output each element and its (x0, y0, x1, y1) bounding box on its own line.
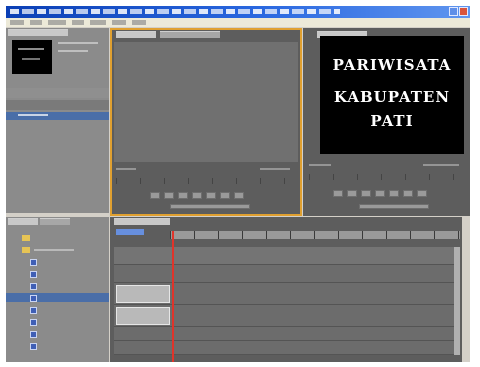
sequence-tab[interactable] (114, 218, 170, 225)
active-panel-highlight (110, 28, 302, 216)
file-icon[interactable] (30, 271, 37, 278)
menu-item[interactable] (132, 20, 146, 25)
file-icon[interactable] (30, 331, 37, 338)
menu-item[interactable] (48, 20, 66, 25)
title-line-3: PATI (370, 112, 414, 130)
menu-item[interactable] (30, 20, 42, 25)
menu-bar (6, 18, 470, 27)
track-header[interactable] (116, 307, 170, 325)
menu-item[interactable] (72, 20, 84, 25)
program-play-button[interactable] (361, 190, 371, 197)
menu-item[interactable] (112, 20, 126, 25)
project-tab[interactable] (8, 29, 68, 36)
timeline-scrollbar[interactable] (454, 247, 460, 355)
audio-track-3[interactable] (114, 341, 460, 355)
project-panel (6, 28, 109, 213)
program-mark-in-button[interactable] (347, 190, 357, 197)
file-icon[interactable] (30, 343, 37, 350)
menu-item[interactable] (90, 20, 106, 25)
menu-item[interactable] (10, 20, 24, 25)
program-viewer[interactable]: PARIWISATA KABUPATEN PATI (320, 36, 464, 154)
list-item[interactable] (6, 100, 109, 110)
bin-item-selected[interactable] (6, 293, 109, 302)
window-title-unreadable (10, 9, 340, 14)
effects-tab[interactable] (40, 218, 70, 225)
program-mark-out-button[interactable] (375, 190, 385, 197)
track-header[interactable] (116, 285, 170, 303)
close-button[interactable] (459, 7, 468, 16)
bin-tab[interactable] (8, 218, 38, 225)
timeline-panel (110, 217, 462, 362)
app-window: PARIWISATA KABUPATEN PATI (6, 6, 470, 362)
window-titlebar[interactable] (6, 6, 470, 18)
minimize-button[interactable] (449, 7, 458, 16)
title-line-1: PARIWISATA (332, 56, 452, 74)
title-line-2: KABUPATEN (333, 88, 451, 106)
audio-track-2[interactable] (114, 327, 460, 341)
video-track-2[interactable] (114, 265, 460, 283)
file-icon[interactable] (30, 295, 37, 302)
file-icon[interactable] (30, 319, 37, 326)
program-step-forward-button[interactable] (389, 190, 399, 197)
program-time-ruler[interactable] (309, 174, 465, 180)
folder-icon[interactable] (22, 235, 30, 241)
timeline-ruler[interactable] (170, 231, 460, 239)
video-track-3[interactable] (114, 247, 460, 265)
program-jog-shuttle[interactable] (359, 204, 429, 209)
folder-icon[interactable] (22, 247, 30, 253)
bin-panel (6, 217, 109, 362)
clip-thumbnail[interactable] (12, 40, 52, 74)
extract-button[interactable] (417, 190, 427, 197)
program-step-back-button[interactable] (333, 190, 343, 197)
list-header (6, 88, 109, 98)
file-icon[interactable] (30, 307, 37, 314)
lift-button[interactable] (403, 190, 413, 197)
file-icon[interactable] (30, 283, 37, 290)
file-icon[interactable] (30, 259, 37, 266)
playhead[interactable] (172, 231, 174, 362)
